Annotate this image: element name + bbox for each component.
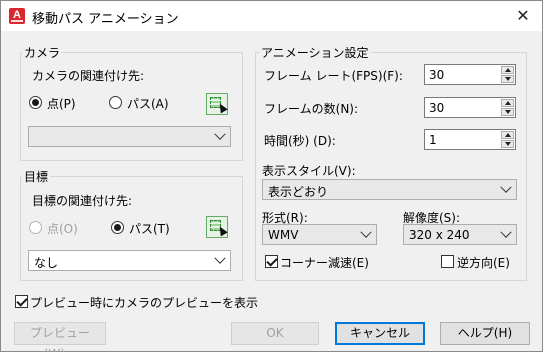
spin-down-icon[interactable]	[501, 140, 514, 148]
chevron-down-icon	[500, 181, 512, 193]
spin-up-icon[interactable]	[501, 131, 514, 139]
spin-up-icon[interactable]	[501, 99, 514, 107]
close-icon[interactable]: ✕	[514, 7, 532, 25]
visual-style-dropdown[interactable]: 表示どおり	[262, 179, 517, 200]
chevron-down-icon	[500, 226, 512, 238]
preview-button[interactable]: プレビュー(W)...	[14, 322, 106, 352]
format-dropdown[interactable]: WMV	[262, 224, 377, 245]
reverse-checkbox[interactable]	[441, 255, 454, 268]
camera-point-radio[interactable]	[29, 96, 42, 109]
cancel-button[interactable]: キャンセル	[335, 322, 425, 345]
camera-pick-point-button[interactable]	[206, 93, 228, 115]
frame-rate-label: フレーム レート(FPS)(F):	[264, 69, 403, 83]
corner-decel-label[interactable]: コーナー減速(E)	[280, 254, 369, 271]
chevron-down-icon	[214, 128, 226, 140]
visual-style-label: 表示スタイル(V):	[262, 164, 356, 178]
camera-path-radio[interactable]	[109, 96, 122, 109]
spin-up-icon[interactable]	[501, 66, 514, 74]
ok-button[interactable]: OK	[231, 322, 319, 345]
frame-rate-spinner[interactable]: 30	[424, 64, 516, 85]
autocad-app-icon: A	[9, 8, 25, 24]
target-path-radio[interactable]	[111, 221, 124, 234]
camera-point-radio-label[interactable]: 点(P)	[47, 95, 76, 112]
duration-spinner[interactable]: 1	[424, 129, 516, 150]
resolution-dropdown[interactable]: 320 x 240	[403, 224, 517, 245]
target-group-label: 目標	[22, 168, 51, 185]
title-bar: A 移動パス アニメーション ✕	[1, 1, 542, 31]
reverse-label[interactable]: 逆方向(E)	[457, 254, 510, 271]
camera-preview-checkbox[interactable]	[15, 295, 28, 308]
camera-group-label: カメラ	[22, 44, 63, 61]
frame-count-spinner[interactable]: 30	[424, 97, 516, 118]
corner-decel-checkbox[interactable]	[265, 255, 278, 268]
camera-path-dropdown[interactable]	[28, 126, 231, 147]
help-button[interactable]: ヘルプ(H)	[440, 322, 530, 345]
duration-label: 時間(秒) (D):	[264, 134, 336, 148]
camera-path-radio-label[interactable]: パス(A)	[127, 95, 169, 112]
cursor-arrow-icon	[216, 224, 228, 237]
target-pick-point-button[interactable]	[206, 216, 228, 238]
dialog-window: A 移動パス アニメーション ✕ カメラ カメラの関連付け先: 点(P) パス(…	[0, 0, 543, 352]
target-path-radio-label[interactable]: パス(T)	[129, 220, 170, 237]
target-path-dropdown[interactable]: なし	[28, 250, 231, 271]
animation-settings-label: アニメーション設定	[259, 44, 371, 61]
target-point-radio-label[interactable]: 点(O)	[47, 220, 78, 237]
target-link-label: 目標の関連付け先:	[32, 194, 133, 208]
spin-down-icon[interactable]	[501, 75, 514, 83]
camera-preview-label[interactable]: プレビュー時にカメラのプレビューを表示	[30, 294, 258, 311]
spin-down-icon[interactable]	[501, 108, 514, 116]
camera-link-label: カメラの関連付け先:	[32, 69, 145, 83]
cursor-arrow-icon	[216, 101, 228, 114]
frame-count-label: フレームの数(N):	[264, 102, 359, 116]
target-point-radio[interactable]	[29, 221, 42, 234]
chevron-down-icon	[360, 226, 372, 238]
dialog-title: 移動パス アニメーション	[32, 12, 179, 27]
chevron-down-icon	[214, 252, 226, 264]
